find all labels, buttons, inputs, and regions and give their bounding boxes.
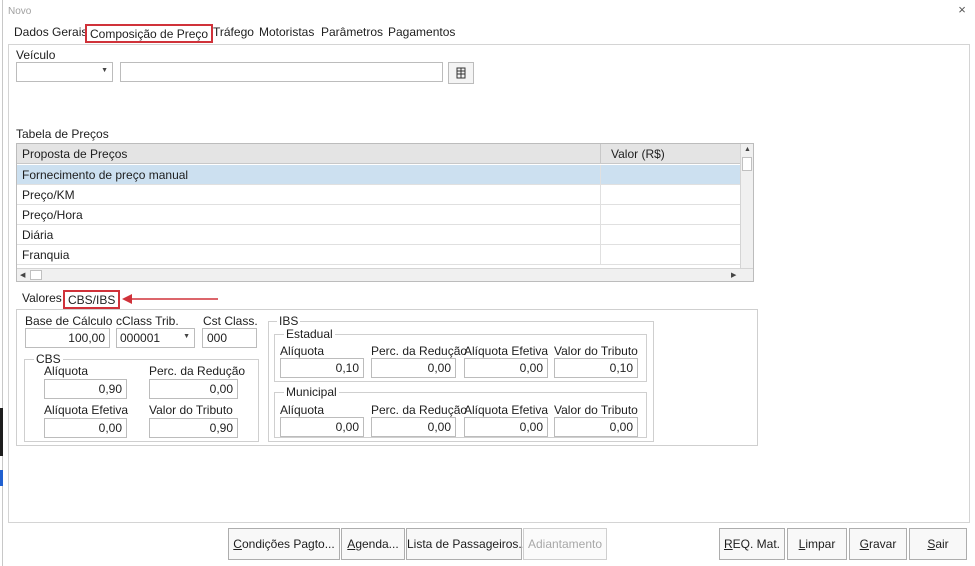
row-proposta: Franquia [22,248,70,262]
table-row[interactable]: Preço/Hora [17,205,741,225]
req-mat-label: EQ. Mat. [732,537,780,551]
req-mat-button[interactable]: REQ. Mat. [719,528,785,560]
estadual-perc-reducao-input[interactable]: 0,00 [371,358,456,378]
estadual-aliquota-input[interactable]: 0,10 [280,358,364,378]
window-title: Novo [8,6,32,17]
close-icon[interactable]: × [954,2,970,18]
adiantamento-button[interactable]: Adiantamento [523,528,607,560]
tabela-precos-label: Tabela de Preços [16,127,109,141]
veiculo-lookup-button[interactable] [448,62,474,84]
tab-panel [8,44,970,523]
veiculo-label: Veículo [16,48,56,62]
agenda-button[interactable]: Agenda... [341,528,405,560]
municipal-aliquota-label: Alíquota [280,403,325,417]
cclass-trib-value: 000001 [117,331,165,345]
ibs-estadual-legend: Estadual [284,327,335,341]
condicoes-label: ondições Pagto... [241,537,335,551]
estadual-aliquota-label: Alíquota [280,344,325,358]
chevron-down-icon: ▼ [183,333,190,340]
req-mat-mnemonic: R [723,537,733,551]
chevron-down-icon: ▼ [101,67,108,74]
column-header-proposta[interactable]: Proposta de Preços [22,147,127,161]
annotation-arrow-icon [122,294,218,304]
scroll-up-icon[interactable]: ▲ [744,146,751,153]
gravar-label: ravar [869,537,897,551]
municipal-aliquota-efetiva-input[interactable]: 0,00 [464,417,548,437]
row-proposta: Preço/KM [22,188,75,202]
table-row[interactable]: Preço/KM [17,185,741,205]
price-table: Proposta de Preços Valor (R$) Fornecimen… [16,143,754,282]
cbs-perc-reducao-input[interactable]: 0,00 [149,379,238,399]
column-header-valor[interactable]: Valor (R$) [611,147,665,161]
veiculo-description-input[interactable] [120,62,443,82]
limpar-label: impar [805,537,836,551]
cbs-aliquota-efetiva-label: Alíquota Efetiva [44,403,129,417]
scroll-thumb[interactable] [742,157,752,171]
table-row[interactable]: Fornecimento de preço manual [17,165,741,185]
base-calculo-label: Base de Cálculo [25,314,113,328]
table-header: Proposta de Preços Valor (R$) [17,144,741,164]
subtab-valores[interactable]: Valores [22,290,62,309]
condicoes-pagto-button[interactable]: Condições Pagto... [228,528,340,560]
ibs-legend: IBS [277,314,301,328]
row-proposta: Preço/Hora [22,208,83,222]
cbs-valor-tributo-label: Valor do Tributo [149,403,233,417]
municipal-valor-tributo-input[interactable]: 0,00 [554,417,638,437]
tab-pagamentos[interactable]: Pagamentos [388,24,455,43]
tab-composicao-de-preco[interactable]: Composição de Preço [85,24,214,43]
cst-class-label: Cst Class. [203,314,258,328]
edge-mark-blue [0,470,3,486]
agenda-label: genda... [355,537,399,551]
sair-label: air [935,537,949,551]
tab-trafego[interactable]: Tráfego [213,24,254,43]
row-proposta: Diária [22,228,54,242]
cclass-trib-label: cClass Trib. [116,314,179,328]
scroll-left-icon[interactable]: ◀ [20,271,25,279]
tab-parametros[interactable]: Parâmetros [321,24,383,43]
scroll-right-icon[interactable]: ▶ [731,271,736,279]
subtab-cbs-ibs[interactable]: CBS/IBS [63,290,121,309]
cbs-perc-reducao-label: Perc. da Redução [149,364,246,378]
veiculo-combo[interactable]: ▼ [16,62,113,82]
cclass-trib-combo[interactable]: 000001 ▼ [116,328,195,348]
cbs-aliquota-efetiva-input[interactable]: 0,00 [44,418,127,438]
estadual-valor-tributo-input[interactable]: 0,10 [554,358,638,378]
sair-button[interactable]: Sair [909,528,967,560]
ibs-municipal-legend: Municipal [284,385,339,399]
estadual-valor-tributo-label: Valor do Tributo [554,344,638,358]
tab-motoristas[interactable]: Motoristas [259,24,314,43]
tab-dados-gerais[interactable]: Dados Gerais [14,24,87,43]
limpar-button[interactable]: Limpar [787,528,847,560]
horizontal-scrollbar[interactable]: ◀ ▶ [17,268,753,281]
vertical-scrollbar[interactable]: ▲ [740,144,753,268]
cbs-aliquota-label: Alíquota [44,364,89,378]
cbs-valor-tributo-input[interactable]: 0,90 [149,418,238,438]
lista-passageiros-button[interactable]: Lista de Passageiros... [406,528,528,560]
table-row[interactable]: Diária [17,225,741,245]
municipal-aliquota-efetiva-label: Alíquota Efetiva [464,403,549,417]
scroll-thumb-h[interactable] [30,270,42,280]
municipal-aliquota-input[interactable]: 0,00 [280,417,364,437]
header-divider [600,144,601,164]
table-row[interactable]: Franquia [17,245,741,265]
estadual-perc-reducao-label: Perc. da Redução [371,344,468,358]
condicoes-mnemonic: C [233,537,242,551]
row-proposta: Fornecimento de preço manual [22,168,189,182]
veiculo-combo-value [17,65,25,79]
gravar-button[interactable]: Gravar [849,528,907,560]
estadual-aliquota-efetiva-input[interactable]: 0,00 [464,358,548,378]
cst-class-input[interactable]: 000 [202,328,257,348]
base-calculo-input[interactable]: 100,00 [25,328,110,348]
cbs-aliquota-input[interactable]: 0,90 [44,379,127,399]
gravar-mnemonic: G [859,537,869,551]
municipal-perc-reducao-input[interactable]: 0,00 [371,417,456,437]
municipal-perc-reducao-label: Perc. da Redução [371,403,468,417]
grid-icon [456,67,466,79]
municipal-valor-tributo-label: Valor do Tributo [554,403,638,417]
edge-mark-dark [0,408,3,456]
estadual-aliquota-efetiva-label: Alíquota Efetiva [464,344,549,358]
